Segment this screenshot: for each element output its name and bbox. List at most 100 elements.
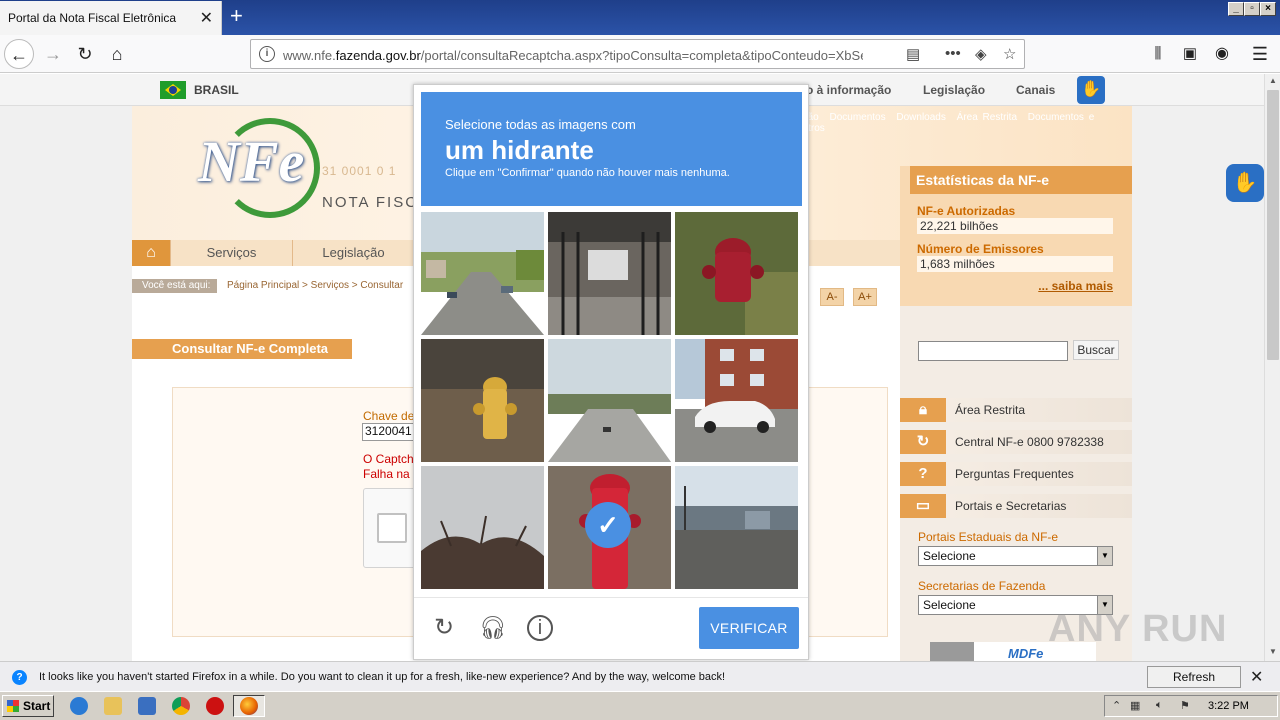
captcha-error-message: O Captch xyxy=(363,452,414,466)
account-icon[interactable]: ◉ xyxy=(1207,39,1237,69)
red-hydrant-tile[interactable] xyxy=(675,212,798,335)
sidebar-item-label: Portais e Secretarias xyxy=(955,499,1067,513)
close-icon[interactable]: ✕ xyxy=(1250,667,1263,687)
restore-button[interactable]: ▫ xyxy=(1244,2,1260,16)
verify-button[interactable]: VERIFICAR xyxy=(699,607,799,649)
highway-tile[interactable] xyxy=(548,339,671,462)
home-button[interactable]: ⌂ xyxy=(102,39,132,69)
menu-legislacao[interactable]: Legislação xyxy=(292,240,414,266)
tray-arrow-icon[interactable]: ⌃ xyxy=(1112,699,1121,712)
menu-servicos[interactable]: Serviços xyxy=(170,240,292,266)
gate-tile[interactable] xyxy=(548,212,671,335)
saiba-mais-link[interactable]: ... saiba mais xyxy=(1038,279,1113,293)
portais-label: Portais Estaduais da NF-e xyxy=(918,530,1059,544)
close-window-button[interactable]: × xyxy=(1260,2,1276,16)
portais-select[interactable]: Selecione ▼ xyxy=(918,546,1113,566)
browser-tab[interactable]: Portal da Nota Fiscal Eletrônica ✕ xyxy=(0,1,222,35)
reader-view-icon[interactable]: ▤ xyxy=(906,45,920,63)
url-bar[interactable]: i www.nfe.fazenda.gov.br/portal/consulta… xyxy=(250,39,1025,69)
url-text[interactable]: www.nfe.fazenda.gov.br/portal/consultaRe… xyxy=(283,48,863,63)
volume-icon[interactable]: 🔈︎ xyxy=(1156,699,1163,712)
mdfe-banner-text: MDFe xyxy=(1008,646,1044,661)
nfe-logo[interactable]: NFe xyxy=(198,128,304,195)
scroll-down-icon[interactable]: ▼ xyxy=(1267,647,1279,659)
font-increase-button[interactable]: A+ xyxy=(853,288,877,306)
search-input[interactable] xyxy=(918,341,1068,361)
secretarias-select-value: Selecione xyxy=(923,598,976,612)
chave-label: Chave de xyxy=(363,409,415,423)
sidebar-item-area-restrita[interactable]: 🔒︎ Área Restrita xyxy=(900,398,1132,422)
forward-button[interactable]: → xyxy=(38,39,68,69)
top-link-area-restrita[interactable]: Área Restrita xyxy=(957,112,1017,123)
page-actions-icon[interactable]: ••• xyxy=(945,45,961,62)
challenge-hint: Clique em "Confirmar" quando não houver … xyxy=(445,167,730,179)
sidebar-item-central[interactable]: ↻ Central NF-e 0800 9782338 xyxy=(900,430,1132,454)
notification-text: It looks like you haven't started Firefo… xyxy=(39,671,726,683)
top-link-downloads[interactable]: Downloads xyxy=(896,112,945,123)
opera-icon[interactable] xyxy=(206,697,224,715)
tab-title: Portal da Nota Fiscal Eletrônica xyxy=(8,11,177,25)
reload-challenge-icon[interactable]: ↻ xyxy=(431,615,457,641)
home-icon[interactable]: ⌂ xyxy=(132,240,170,266)
back-button[interactable]: ← xyxy=(4,39,34,69)
network-icon[interactable]: ▦ xyxy=(1130,699,1140,712)
new-tab-icon[interactable]: + xyxy=(230,3,243,29)
sidebar-item-label: Central NF-e 0800 9782338 xyxy=(955,435,1104,449)
canais-link[interactable]: Canais xyxy=(1016,83,1055,97)
minimize-button[interactable]: _ xyxy=(1228,2,1244,16)
audio-challenge-icon[interactable]: 🎧︎ xyxy=(479,615,507,641)
bookmark-star-icon[interactable]: ☆ xyxy=(1003,45,1016,63)
red-hydrant-selected-tile[interactable]: ✓ xyxy=(548,466,671,589)
breadcrumb-label: Você está aqui: xyxy=(132,279,217,293)
sidebar-item-perguntas[interactable]: ? Perguntas Frequentes xyxy=(900,462,1132,486)
search-area: Buscar xyxy=(900,306,1132,376)
firefox-taskbar-button[interactable] xyxy=(233,695,265,717)
parked-car-tile[interactable] xyxy=(675,339,798,462)
statistics-title: Estatísticas da NF-e xyxy=(910,166,1132,194)
page-scrollbar[interactable]: ▲ ▼ xyxy=(1264,74,1280,661)
top-link-documentos[interactable]: Documentos xyxy=(829,112,885,123)
legislacao-link[interactable]: Legislação xyxy=(923,83,985,97)
challenge-footer: ↻ 🎧︎ i VERIFICAR xyxy=(414,597,808,659)
stat-autorizadas-label: NF-e Autorizadas xyxy=(917,204,1016,218)
stat-autorizadas-value: 22,221 bilhões xyxy=(917,218,1113,234)
recaptcha-challenge: Selecione todas as imagens com um hidran… xyxy=(413,84,809,660)
top-links: ação Documentos Downloads Área Restrita … xyxy=(797,112,1132,134)
pocket-icon[interactable]: ◈ xyxy=(975,45,987,63)
close-tab-icon[interactable]: ✕ xyxy=(200,8,213,28)
folder-icon[interactable] xyxy=(104,697,122,715)
sidebar-toggle-icon[interactable]: ▣ xyxy=(1175,39,1205,69)
sidebar-item-portais[interactable]: ▭ Portais e Secretarias xyxy=(900,494,1132,518)
secretarias-label: Secretarias de Fazenda xyxy=(918,579,1046,593)
accessibility-hands-icon[interactable]: ✋ xyxy=(1077,76,1105,104)
search-button[interactable]: Buscar xyxy=(1073,340,1119,360)
street-tile[interactable] xyxy=(421,212,544,335)
accessibility-widget-icon[interactable]: ✋ xyxy=(1226,164,1264,202)
scroll-up-icon[interactable]: ▲ xyxy=(1267,76,1279,88)
scroll-thumb[interactable] xyxy=(1267,90,1279,360)
breadcrumb[interactable]: Página Principal > Serviços > Consultar xyxy=(227,280,403,291)
flag-icon[interactable]: ⚑ xyxy=(1180,699,1190,712)
brasil-link[interactable]: BRASIL xyxy=(194,83,239,97)
site-info-icon[interactable]: i xyxy=(259,46,275,62)
refresh-firefox-button[interactable]: Refresh Firefox… xyxy=(1147,666,1241,704)
recaptcha-checkbox[interactable] xyxy=(377,513,407,543)
font-decrease-button[interactable]: A- xyxy=(820,288,844,306)
bare-tree-tile[interactable] xyxy=(421,466,544,589)
yellow-hydrant-tile[interactable] xyxy=(421,339,544,462)
ie-icon[interactable] xyxy=(70,697,88,715)
start-button[interactable]: Start xyxy=(2,695,54,717)
windows-logo-icon xyxy=(7,700,19,712)
menu-icon[interactable]: ☰ xyxy=(1245,39,1275,69)
acesso-informacao-link[interactable]: o à informação xyxy=(806,83,891,97)
intersection-tile[interactable] xyxy=(675,466,798,589)
portais-select-value: Selecione xyxy=(923,549,976,563)
taskbar: Start ⌃ ▦ 🔈︎ ⚑ 3:22 PM xyxy=(0,691,1280,720)
library-icon[interactable]: ⫼ xyxy=(1143,39,1173,69)
firefox-icon xyxy=(240,697,258,715)
reload-button[interactable]: ↻ xyxy=(70,39,100,69)
chrome-icon[interactable] xyxy=(172,697,190,715)
media-player-icon[interactable] xyxy=(138,697,156,715)
info-icon[interactable]: i xyxy=(527,615,553,641)
watermark: ANY RUN xyxy=(1048,608,1228,650)
